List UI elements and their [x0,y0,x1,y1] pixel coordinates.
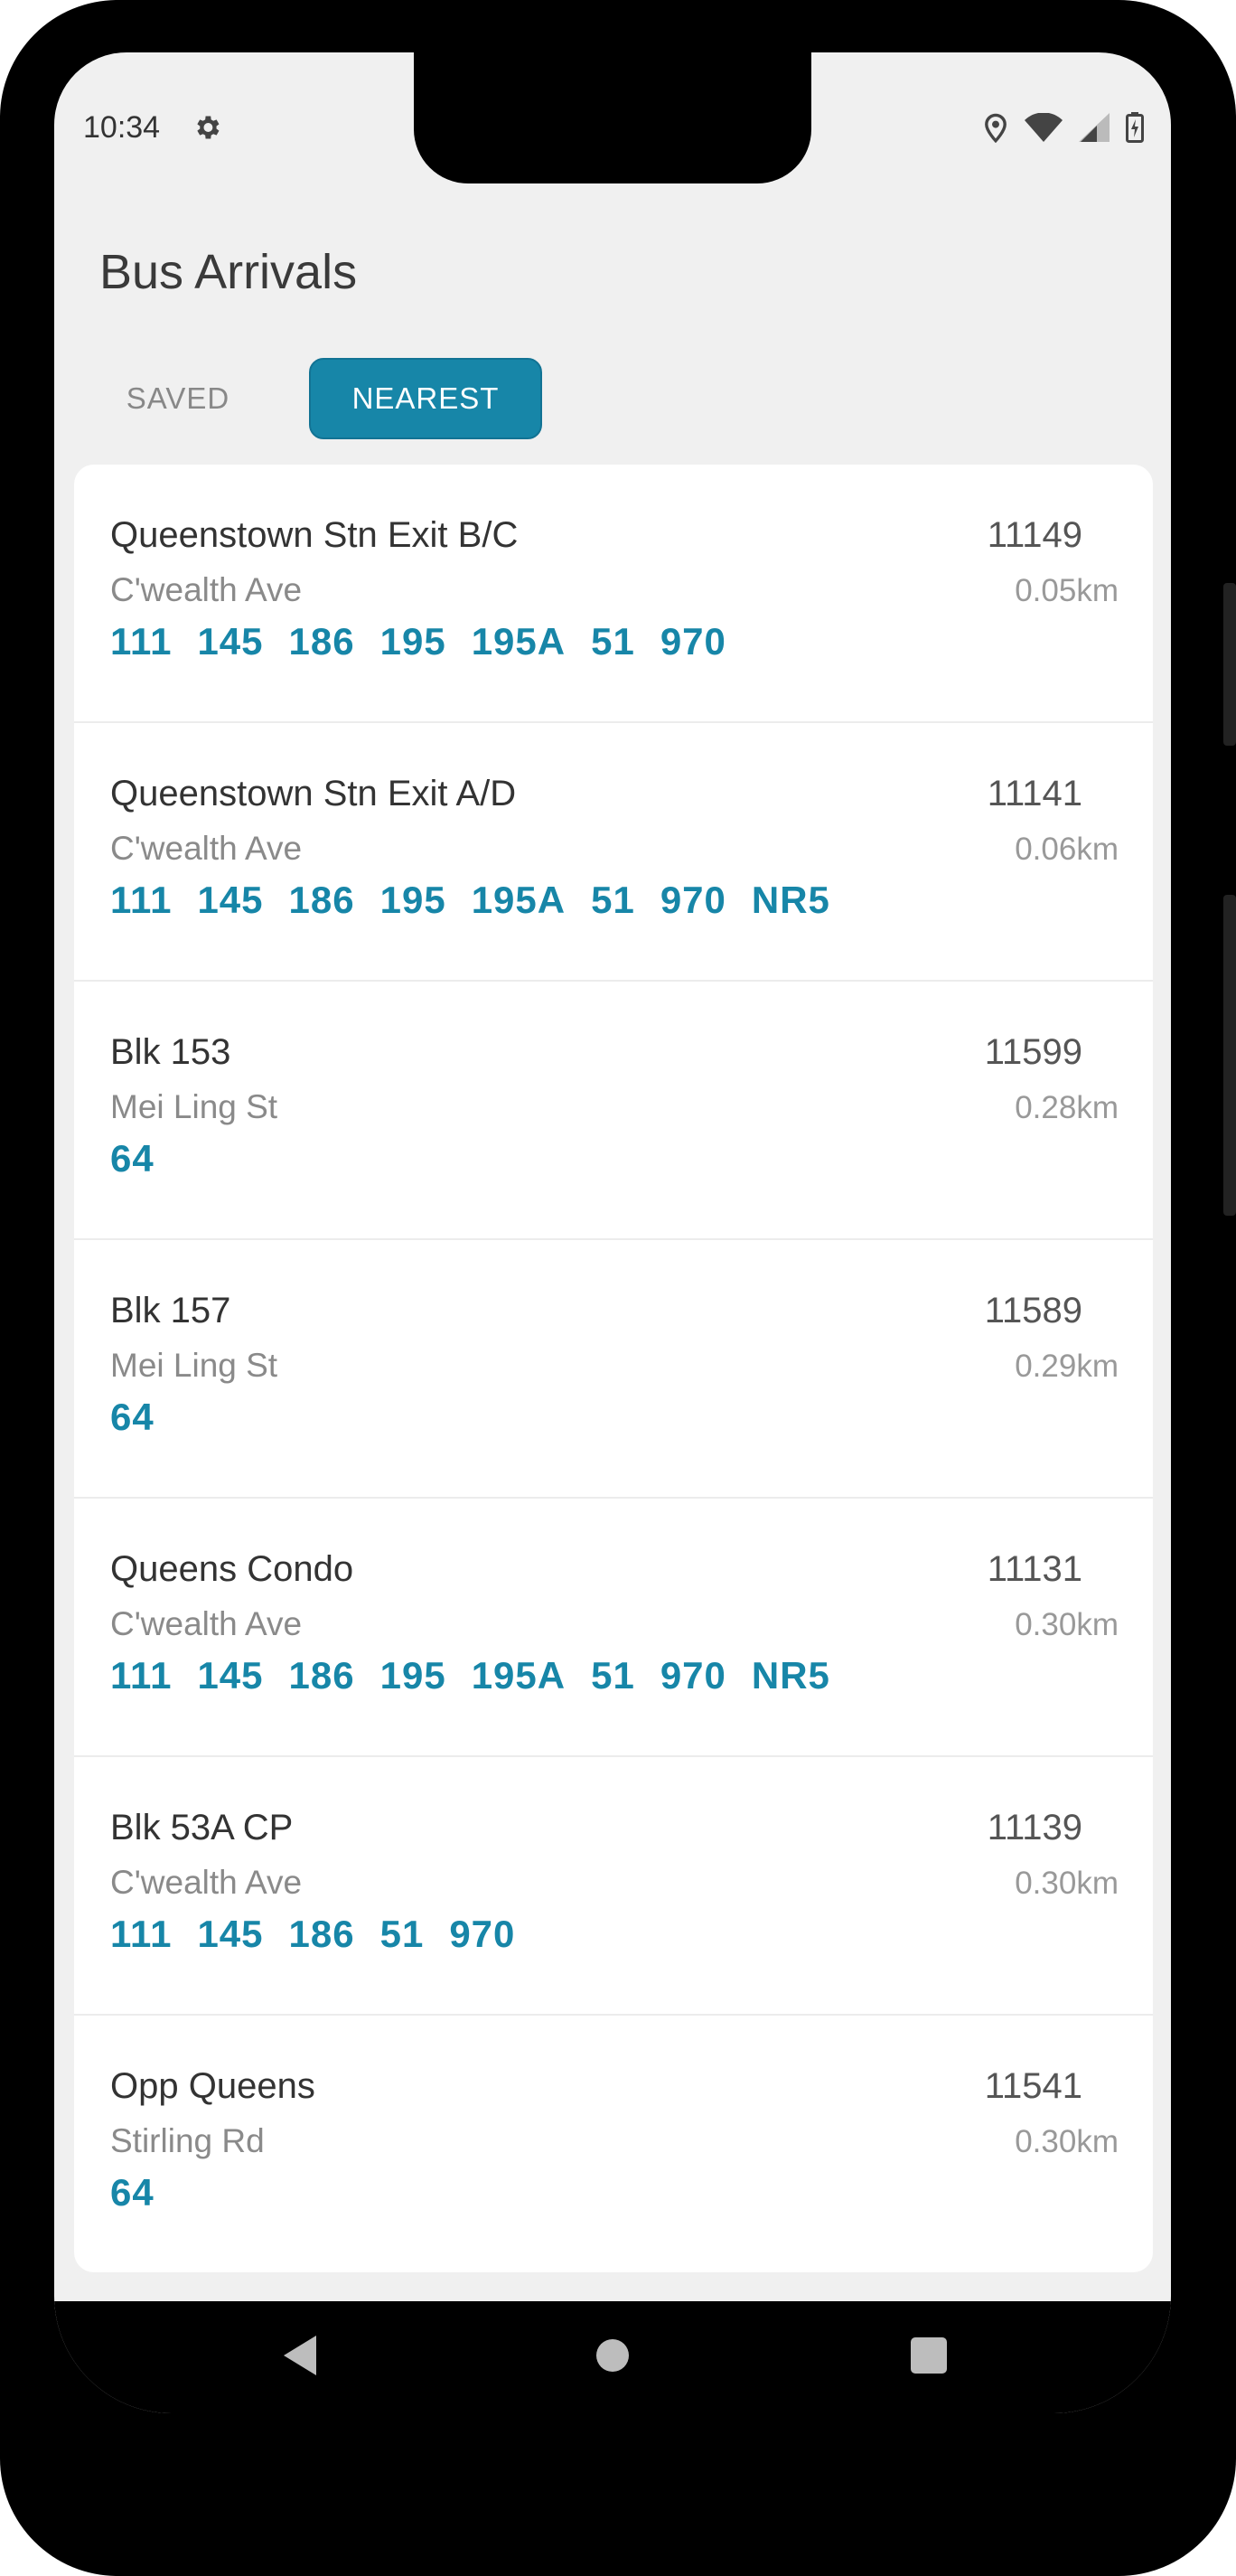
bus-services: 111 145 186 195 195A 51 970 NR5 [110,1654,856,1697]
stop-name: Queenstown Stn Exit A/D [110,774,517,813]
bus-stop-row[interactable]: Blk 153 Mei Ling St 64 11599 0.28km [74,982,1153,1240]
tab-saved[interactable]: SAVED [92,358,264,439]
stop-distance: 0.30km [1015,1866,1119,1901]
tab-nearest[interactable]: NEAREST [309,358,542,439]
bus-stop-list: Queenstown Stn Exit B/C C'wealth Ave 111 14… [74,465,1153,2272]
stop-road: Mei Ling St [110,1347,278,1384]
bus-services: 111 145 186 51 970 [110,1913,540,1956]
bus-service-number: 145 [197,879,264,921]
bus-service-number: 51 [591,620,635,663]
stop-distance: 0.30km [1015,2124,1119,2159]
navigation-bar [54,2301,1171,2413]
bus-services: 64 [110,1137,180,1180]
bus-service-number: 186 [288,1654,355,1697]
bus-service-number: 51 [591,1654,635,1697]
stop-code: 11131 [987,1549,1082,1589]
bus-service-number: NR5 [751,879,830,921]
bus-stop-row[interactable]: Queenstown Stn Exit A/D C'wealth Ave 111 14… [74,723,1153,982]
bus-service-number: 195A [471,1654,566,1697]
stop-name: Queens Condo [110,1549,354,1589]
bus-services: 111 145 186 195 195A 51 970 NR5 [110,879,856,922]
bus-stop-row[interactable]: Opp Queens Stirling Rd 64 11541 0.30km [74,2016,1153,2272]
stop-road: C'wealth Ave [110,1864,303,1901]
bus-service-number: 970 [660,879,726,921]
screen: 10:34 Bus Arrivals SAVED NEAREST Queenst… [54,52,1171,2413]
bus-service-number: 195 [379,620,446,663]
bus-service-number: 970 [449,1913,516,1955]
bus-service-number: 145 [197,620,264,663]
stop-name: Blk 157 [110,1291,231,1330]
stop-code: 11139 [987,1808,1082,1847]
stop-distance: 0.29km [1015,1349,1119,1384]
stop-road: C'wealth Ave [110,830,303,867]
signal-icon [1079,113,1110,142]
bus-service-number: 111 [110,1654,173,1697]
bus-service-number: 111 [110,1913,173,1955]
stop-name: Blk 53A CP [110,1808,294,1847]
stop-code: 11589 [984,1291,1082,1330]
stop-road: Mei Ling St [110,1088,278,1125]
back-icon[interactable] [276,2332,320,2379]
bus-stop-row[interactable]: Blk 157 Mei Ling St 64 11589 0.29km [74,1240,1153,1499]
bus-service-number: 970 [660,620,726,663]
bus-service-number: 195 [379,1654,446,1697]
bus-service-number: 51 [591,879,635,921]
recents-icon[interactable] [907,2332,950,2379]
bus-services: 111 145 186 195 195A 51 970 [110,620,752,663]
bus-stop-row[interactable]: Blk 53A CP C'wealth Ave 111 145 186 51 970 1113… [74,1757,1153,2016]
bus-service-number: 64 [110,2171,154,2214]
bus-service-number: 195A [471,879,566,921]
stop-name: Opp Queens [110,2066,315,2106]
stop-code: 11599 [984,1032,1082,1072]
stop-distance: 0.05km [1015,573,1119,608]
stop-name: Blk 153 [110,1032,231,1072]
bus-service-number: 970 [660,1654,726,1697]
home-icon[interactable] [591,2332,634,2379]
phone-frame: 10:34 Bus Arrivals SAVED NEAREST Queenst… [0,0,1236,2576]
stop-name: Queenstown Stn Exit B/C [110,515,519,555]
location-icon [985,113,1007,143]
bus-service-number: 186 [288,879,355,921]
power-button [1223,895,1236,1216]
bus-stop-row[interactable]: Queens Condo C'wealth Ave 111 145 186 195 195A… [74,1499,1153,1757]
stop-code: 11141 [987,774,1082,813]
bus-service-number: 64 [110,1396,154,1438]
stop-road: Stirling Rd [110,2122,265,2159]
bus-service-number: 195 [379,879,446,921]
battery-icon [1126,112,1144,143]
bus-services: 64 [110,1396,180,1439]
bus-services: 64 [110,2171,180,2214]
gear-icon [197,116,220,139]
stop-distance: 0.28km [1015,1090,1119,1125]
bus-stop-row[interactable]: Queenstown Stn Exit B/C C'wealth Ave 111 14… [74,465,1153,723]
status-icons [983,112,1144,143]
bus-service-number: 145 [197,1913,264,1955]
bus-service-number: 64 [110,1137,154,1180]
stop-code: 11149 [987,515,1082,555]
bus-service-number: 145 [197,1654,264,1697]
camera-notch [414,52,811,183]
stop-distance: 0.30km [1015,1607,1119,1642]
stop-code: 11541 [984,2066,1082,2106]
bus-service-number: NR5 [751,1654,830,1697]
volume-button [1223,583,1236,746]
wifi-icon [1025,113,1063,142]
bus-service-number: 111 [110,620,173,663]
bus-service-number: 186 [288,620,355,663]
bus-service-number: 186 [288,1913,355,1955]
stop-road: C'wealth Ave [110,571,303,608]
bus-service-number: 111 [110,879,173,921]
page-title: Bus Arrivals [99,245,358,299]
stop-distance: 0.06km [1015,832,1119,867]
bus-service-number: 51 [379,1913,425,1955]
bus-service-number: 195A [471,620,566,663]
stop-road: C'wealth Ave [110,1605,303,1642]
status-time: 10:34 [83,110,161,145]
